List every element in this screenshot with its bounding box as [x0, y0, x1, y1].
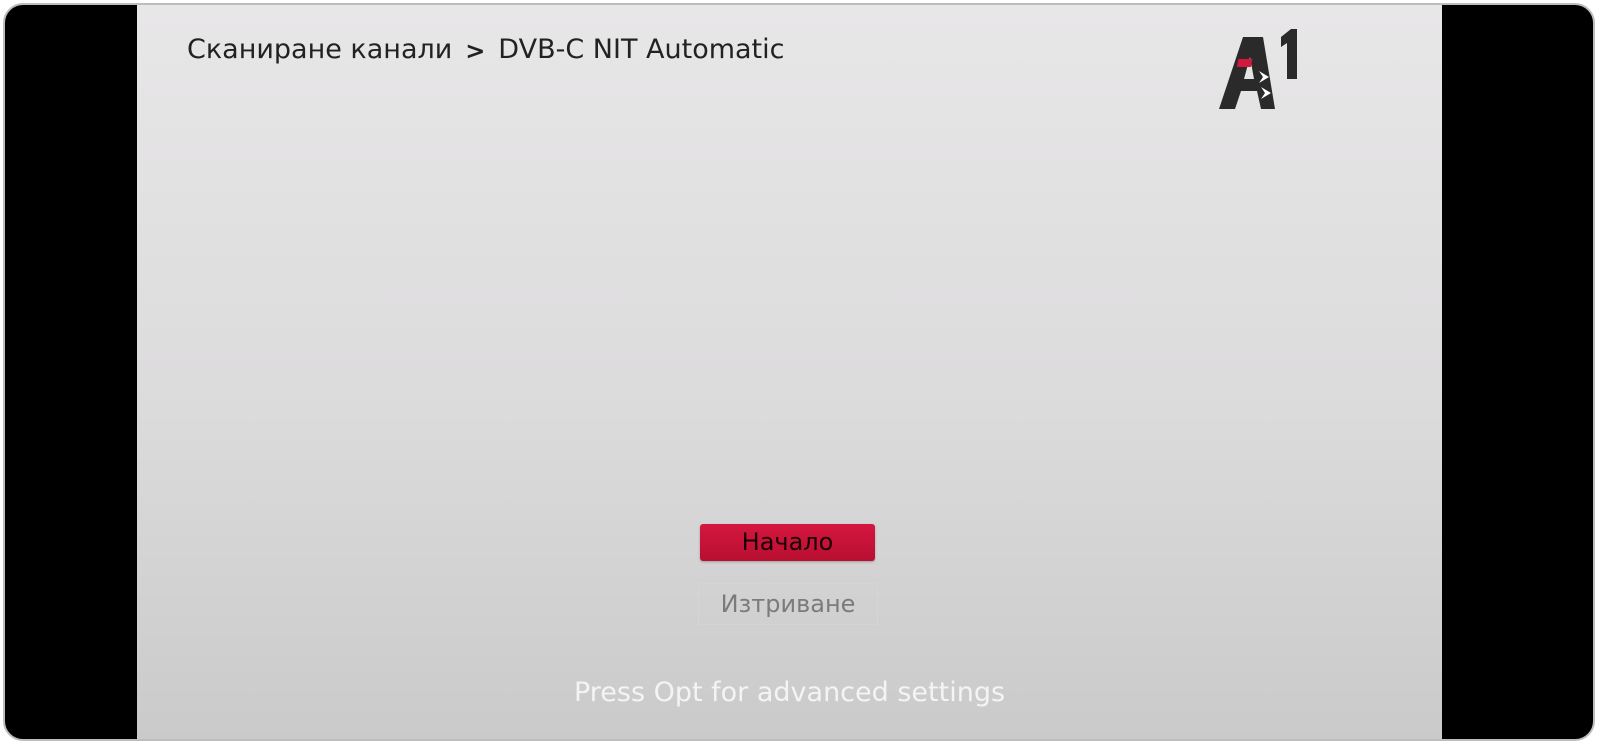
chevron-right-icon: > [465, 37, 486, 65]
breadcrumb-parent: Сканиране канали [187, 33, 453, 65]
breadcrumb: Сканиране канали > DVB-C NIT Automatic [187, 33, 785, 66]
breadcrumb-current: DVB-C NIT Automatic [498, 33, 785, 65]
tv-screen: Сканиране канали > DVB-C NIT Automatic Н… [137, 5, 1442, 739]
advanced-settings-hint: Press Opt for advanced settings [573, 677, 1006, 708]
device-frame: Сканиране канали > DVB-C NIT Automatic Н… [3, 3, 1595, 741]
a1-logo [1219, 27, 1303, 113]
start-button[interactable]: Начало [700, 524, 875, 561]
delete-button[interactable]: Изтриване [698, 583, 878, 625]
